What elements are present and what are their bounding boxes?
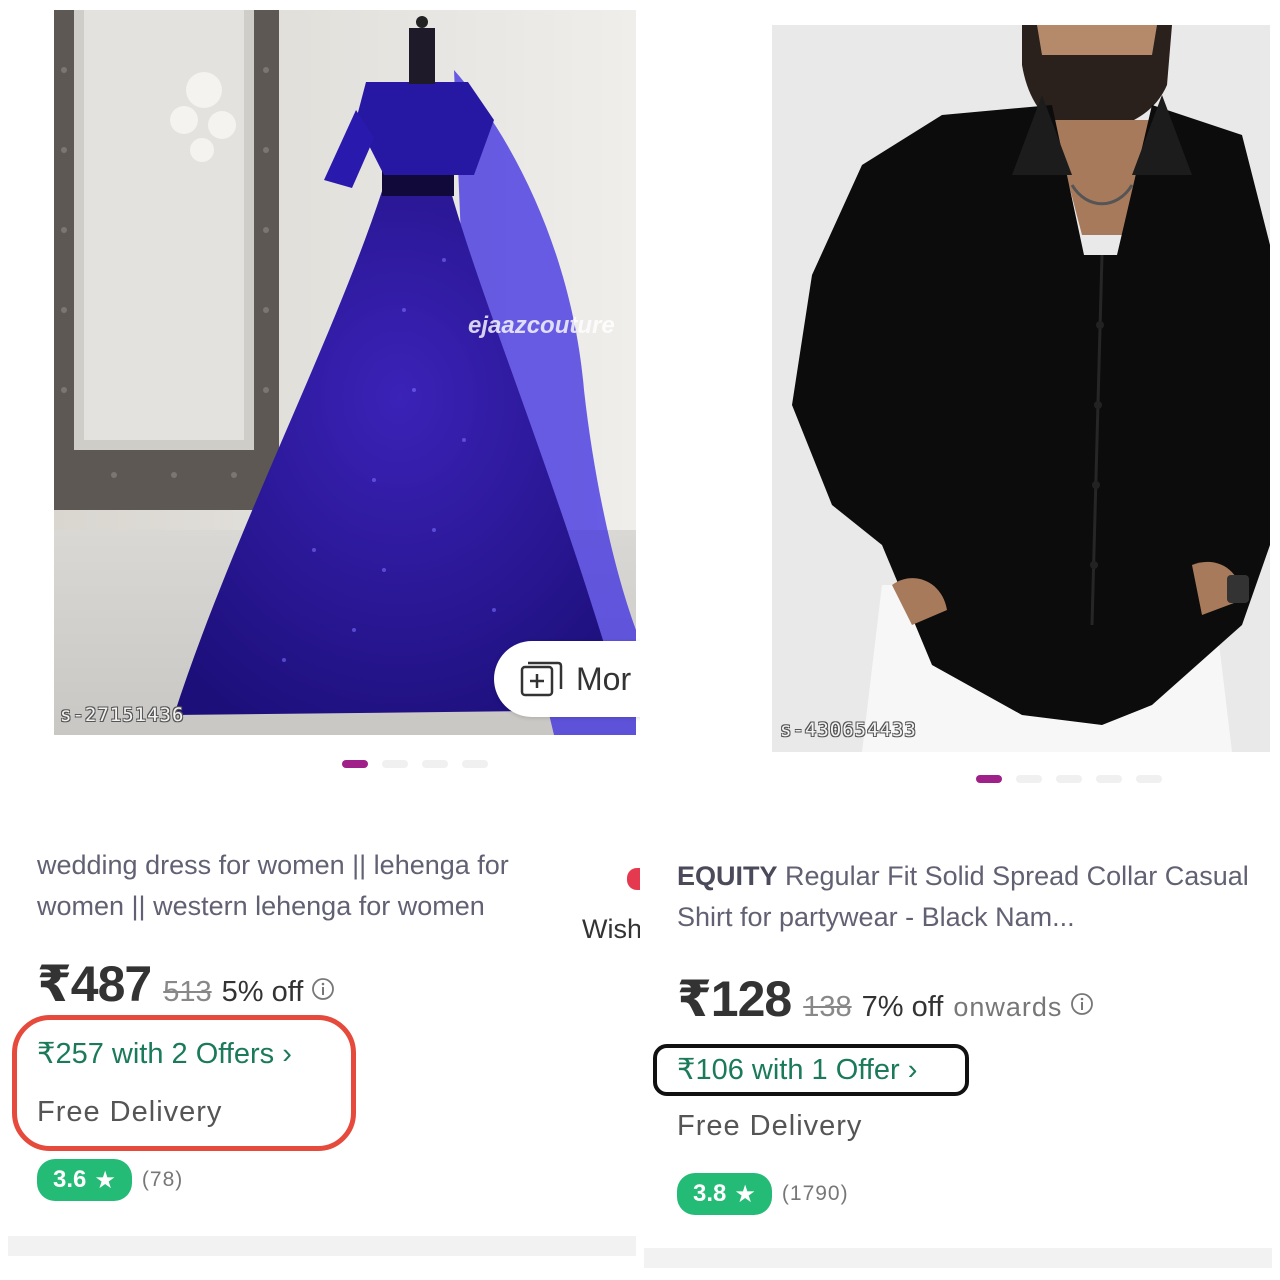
star-icon: ★ [734,1180,756,1208]
more-images-button[interactable]: Mor [494,641,640,717]
delivery-label: Free Delivery [677,1110,863,1142]
rating-value: 3.8 [693,1180,727,1207]
heart-icon[interactable] [627,868,640,890]
image-carousel-dots [976,775,1162,783]
selling-price: ₹487 [37,956,152,1012]
carousel-dot[interactable] [1016,775,1042,783]
carousel-dot[interactable] [1136,775,1162,783]
carousel-dot-active[interactable] [976,775,1002,783]
carousel-dot[interactable] [382,760,408,768]
gallery-icon [520,661,564,697]
lehenga-photo-illustration [54,10,636,735]
rating-count: (78) [141,1168,184,1191]
offer-price-link[interactable]: ₹106 with 1 Offer › [677,1052,917,1087]
carousel-dot-active[interactable] [342,760,368,768]
info-icon[interactable] [1070,992,1094,1016]
original-price: 513 [163,976,212,1008]
price-row: ₹487 513 5% off [37,955,335,1013]
rating-badge: 3.8 ★ [677,1173,772,1215]
carousel-dot[interactable] [422,760,448,768]
carousel-dot[interactable] [1056,775,1082,783]
more-label: Mor [576,660,632,697]
product-image-lehenga[interactable]: ejaazcouture s-27151436 [54,10,636,735]
shirt-photo-illustration [772,25,1270,752]
rating-row: 3.6 ★ (78) [37,1159,183,1201]
original-price: 138 [803,991,852,1023]
product-card-lehenga[interactable]: ejaazcouture s-27151436 Mor wedding dres… [0,0,640,1280]
product-card-shirt[interactable]: s-430654433 EQUITY Regular Fit Solid Spr… [644,0,1280,1280]
product-title[interactable]: wedding dress for women || lehenga for w… [37,845,567,927]
onwards-label: onwards [953,992,1063,1022]
product-image-shirt[interactable]: s-430654433 [772,25,1270,752]
star-icon: ★ [94,1166,116,1194]
product-title[interactable]: EQUITY Regular Fit Solid Spread Collar C… [677,856,1257,938]
rating-badge: 3.6 ★ [37,1159,132,1201]
rating-row: 3.8 ★ (1790) [677,1173,849,1215]
discount-label: 5% off [221,976,304,1008]
sku-code: s-430654433 [780,719,917,741]
brand-name: EQUITY [677,861,778,891]
sku-code: s-27151436 [60,704,185,726]
image-carousel-dots [342,760,488,768]
offer-highlight-circle [12,1015,356,1151]
selling-price: ₹128 [677,971,792,1027]
rating-count: (1790) [781,1182,849,1205]
carousel-dot[interactable] [462,760,488,768]
carousel-dot[interactable] [1096,775,1122,783]
wishlist-button[interactable]: Wish [582,914,640,945]
card-divider [8,1236,636,1256]
photo-watermark: ejaazcouture [468,312,615,339]
card-divider [644,1248,1272,1268]
rating-value: 3.6 [53,1166,87,1193]
price-row: ₹128 138 7% off onwards [677,970,1094,1028]
discount-label: 7% off [861,991,944,1023]
info-icon[interactable] [311,977,335,1001]
